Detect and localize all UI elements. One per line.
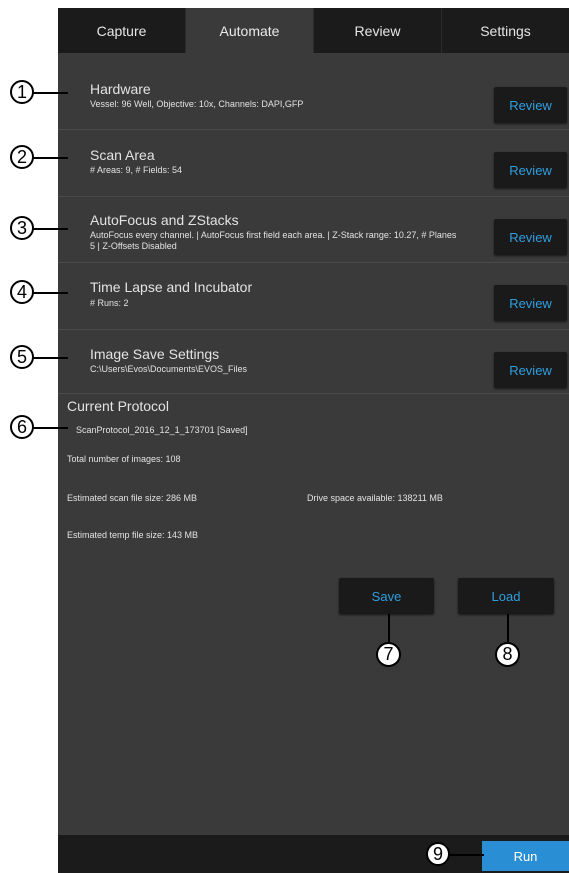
section-title: AutoFocus and ZStacks (90, 212, 239, 228)
tab-settings[interactable]: Settings (442, 8, 569, 53)
section-description: Vessel: 96 Well, Objective: 10x, Channel… (90, 99, 304, 109)
callout-2: 2 (10, 145, 34, 169)
callout-4: 4 (10, 280, 34, 304)
callout-leader-9 (450, 854, 484, 856)
section-description: # Runs: 2 (90, 298, 129, 308)
time-lapse-section: Time Lapse and Incubator # Runs: 2 Revie… (58, 263, 569, 330)
callout-leader-6 (33, 427, 68, 429)
run-button[interactable]: Run (482, 841, 569, 871)
footer-bar: Run (58, 835, 569, 873)
current-protocol-heading: Current Protocol (67, 398, 169, 414)
callout-leader-5 (33, 357, 68, 359)
load-button[interactable]: Load (458, 578, 554, 614)
callout-leader-7 (388, 614, 390, 642)
scan-file-size: Estimated scan file size: 286 MB (67, 493, 198, 503)
callout-8: 8 (495, 642, 520, 667)
callout-leader-2 (33, 157, 68, 159)
section-description: C:\Users\Evos\Documents\EVOS_Files (90, 364, 248, 374)
tab-capture[interactable]: Capture (58, 8, 186, 53)
callout-1: 1 (10, 80, 34, 104)
section-description: AutoFocus every channel. | AutoFocus fir… (90, 230, 457, 251)
section-description: # Areas: 9, # Fields: 54 (90, 165, 183, 175)
section-title: Time Lapse and Incubator (90, 279, 253, 295)
total-images: Total number of images: 108 (67, 454, 181, 464)
protocol-name: ScanProtocol_2016_12_1_173701 [Saved] (76, 425, 248, 435)
section-title: Scan Area (90, 147, 155, 163)
image-save-review-button[interactable]: Review (494, 352, 567, 388)
image-save-section: Image Save Settings C:\Users\Evos\Docume… (58, 330, 569, 394)
scan-area-review-button[interactable]: Review (494, 152, 567, 188)
autofocus-section: AutoFocus and ZStacks AutoFocus every ch… (58, 197, 569, 263)
callout-leader-4 (33, 292, 68, 294)
drive-space: Drive space available: 138211 MB (307, 493, 443, 503)
automate-panel: Capture Automate Review Settings Hardwar… (58, 8, 569, 873)
hardware-section: Hardware Vessel: 96 Well, Objective: 10x… (58, 53, 569, 130)
temp-file-size: Estimated temp file size: 143 MB (67, 530, 199, 540)
scan-area-section: Scan Area # Areas: 9, # Fields: 54 Revie… (58, 130, 569, 197)
callout-3: 3 (10, 216, 34, 240)
save-button[interactable]: Save (339, 578, 434, 614)
tab-automate[interactable]: Automate (186, 8, 314, 53)
callout-leader-3 (33, 228, 68, 230)
callout-leader-1 (33, 92, 68, 94)
callout-6: 6 (10, 415, 34, 439)
time-lapse-review-button[interactable]: Review (494, 285, 567, 321)
autofocus-review-button[interactable]: Review (494, 219, 567, 255)
section-title: Image Save Settings (90, 346, 220, 362)
section-title: Hardware (90, 81, 151, 97)
tab-review[interactable]: Review (314, 8, 442, 53)
hardware-review-button[interactable]: Review (494, 87, 567, 123)
callout-9: 9 (426, 842, 450, 866)
callout-5: 5 (10, 345, 34, 369)
tab-bar: Capture Automate Review Settings (58, 8, 569, 53)
callout-7: 7 (376, 642, 401, 667)
callout-leader-8 (507, 614, 509, 642)
